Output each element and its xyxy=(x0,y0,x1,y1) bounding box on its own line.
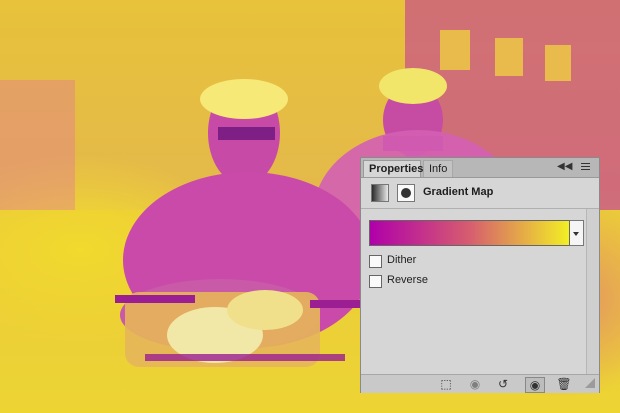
clip-to-layer-icon[interactable]: ⬚ xyxy=(437,377,455,391)
tab-info[interactable]: Info xyxy=(423,160,453,177)
reverse-label: Reverse xyxy=(387,274,428,286)
panel-content: Dither Reverse xyxy=(361,209,599,374)
panel-menu-icon[interactable] xyxy=(575,160,593,174)
panel-header: Gradient Map xyxy=(361,178,599,209)
tab-bar: Properties Info ◀◀ xyxy=(361,158,599,178)
gradient-map-adjustment-icon[interactable] xyxy=(371,184,389,202)
panel-footer: ⬚ ◉ ↺ ◉ 🗑 xyxy=(361,374,599,393)
trash-icon[interactable]: 🗑 xyxy=(555,377,573,391)
collapse-icon[interactable]: ◀◀ xyxy=(557,161,572,172)
gradient-preview[interactable] xyxy=(369,220,570,246)
panel-title: Gradient Map xyxy=(423,186,494,198)
dither-checkbox[interactable] xyxy=(369,255,382,268)
layer-mask-icon[interactable] xyxy=(397,184,415,202)
properties-panel: Properties Info ◀◀ Gradient Map Dither R… xyxy=(360,157,600,393)
dither-label: Dither xyxy=(387,254,417,266)
reverse-checkbox[interactable] xyxy=(369,275,382,288)
chevron-down-icon[interactable] xyxy=(570,220,584,246)
visibility-eye-icon[interactable]: ◉ xyxy=(525,377,545,393)
resize-grip-icon[interactable] xyxy=(585,378,595,388)
tab-properties[interactable]: Properties xyxy=(363,160,423,177)
reset-icon[interactable]: ↺ xyxy=(494,377,512,391)
panel-scrollbar[interactable] xyxy=(586,209,599,374)
previous-state-icon[interactable]: ◉ xyxy=(466,377,484,391)
